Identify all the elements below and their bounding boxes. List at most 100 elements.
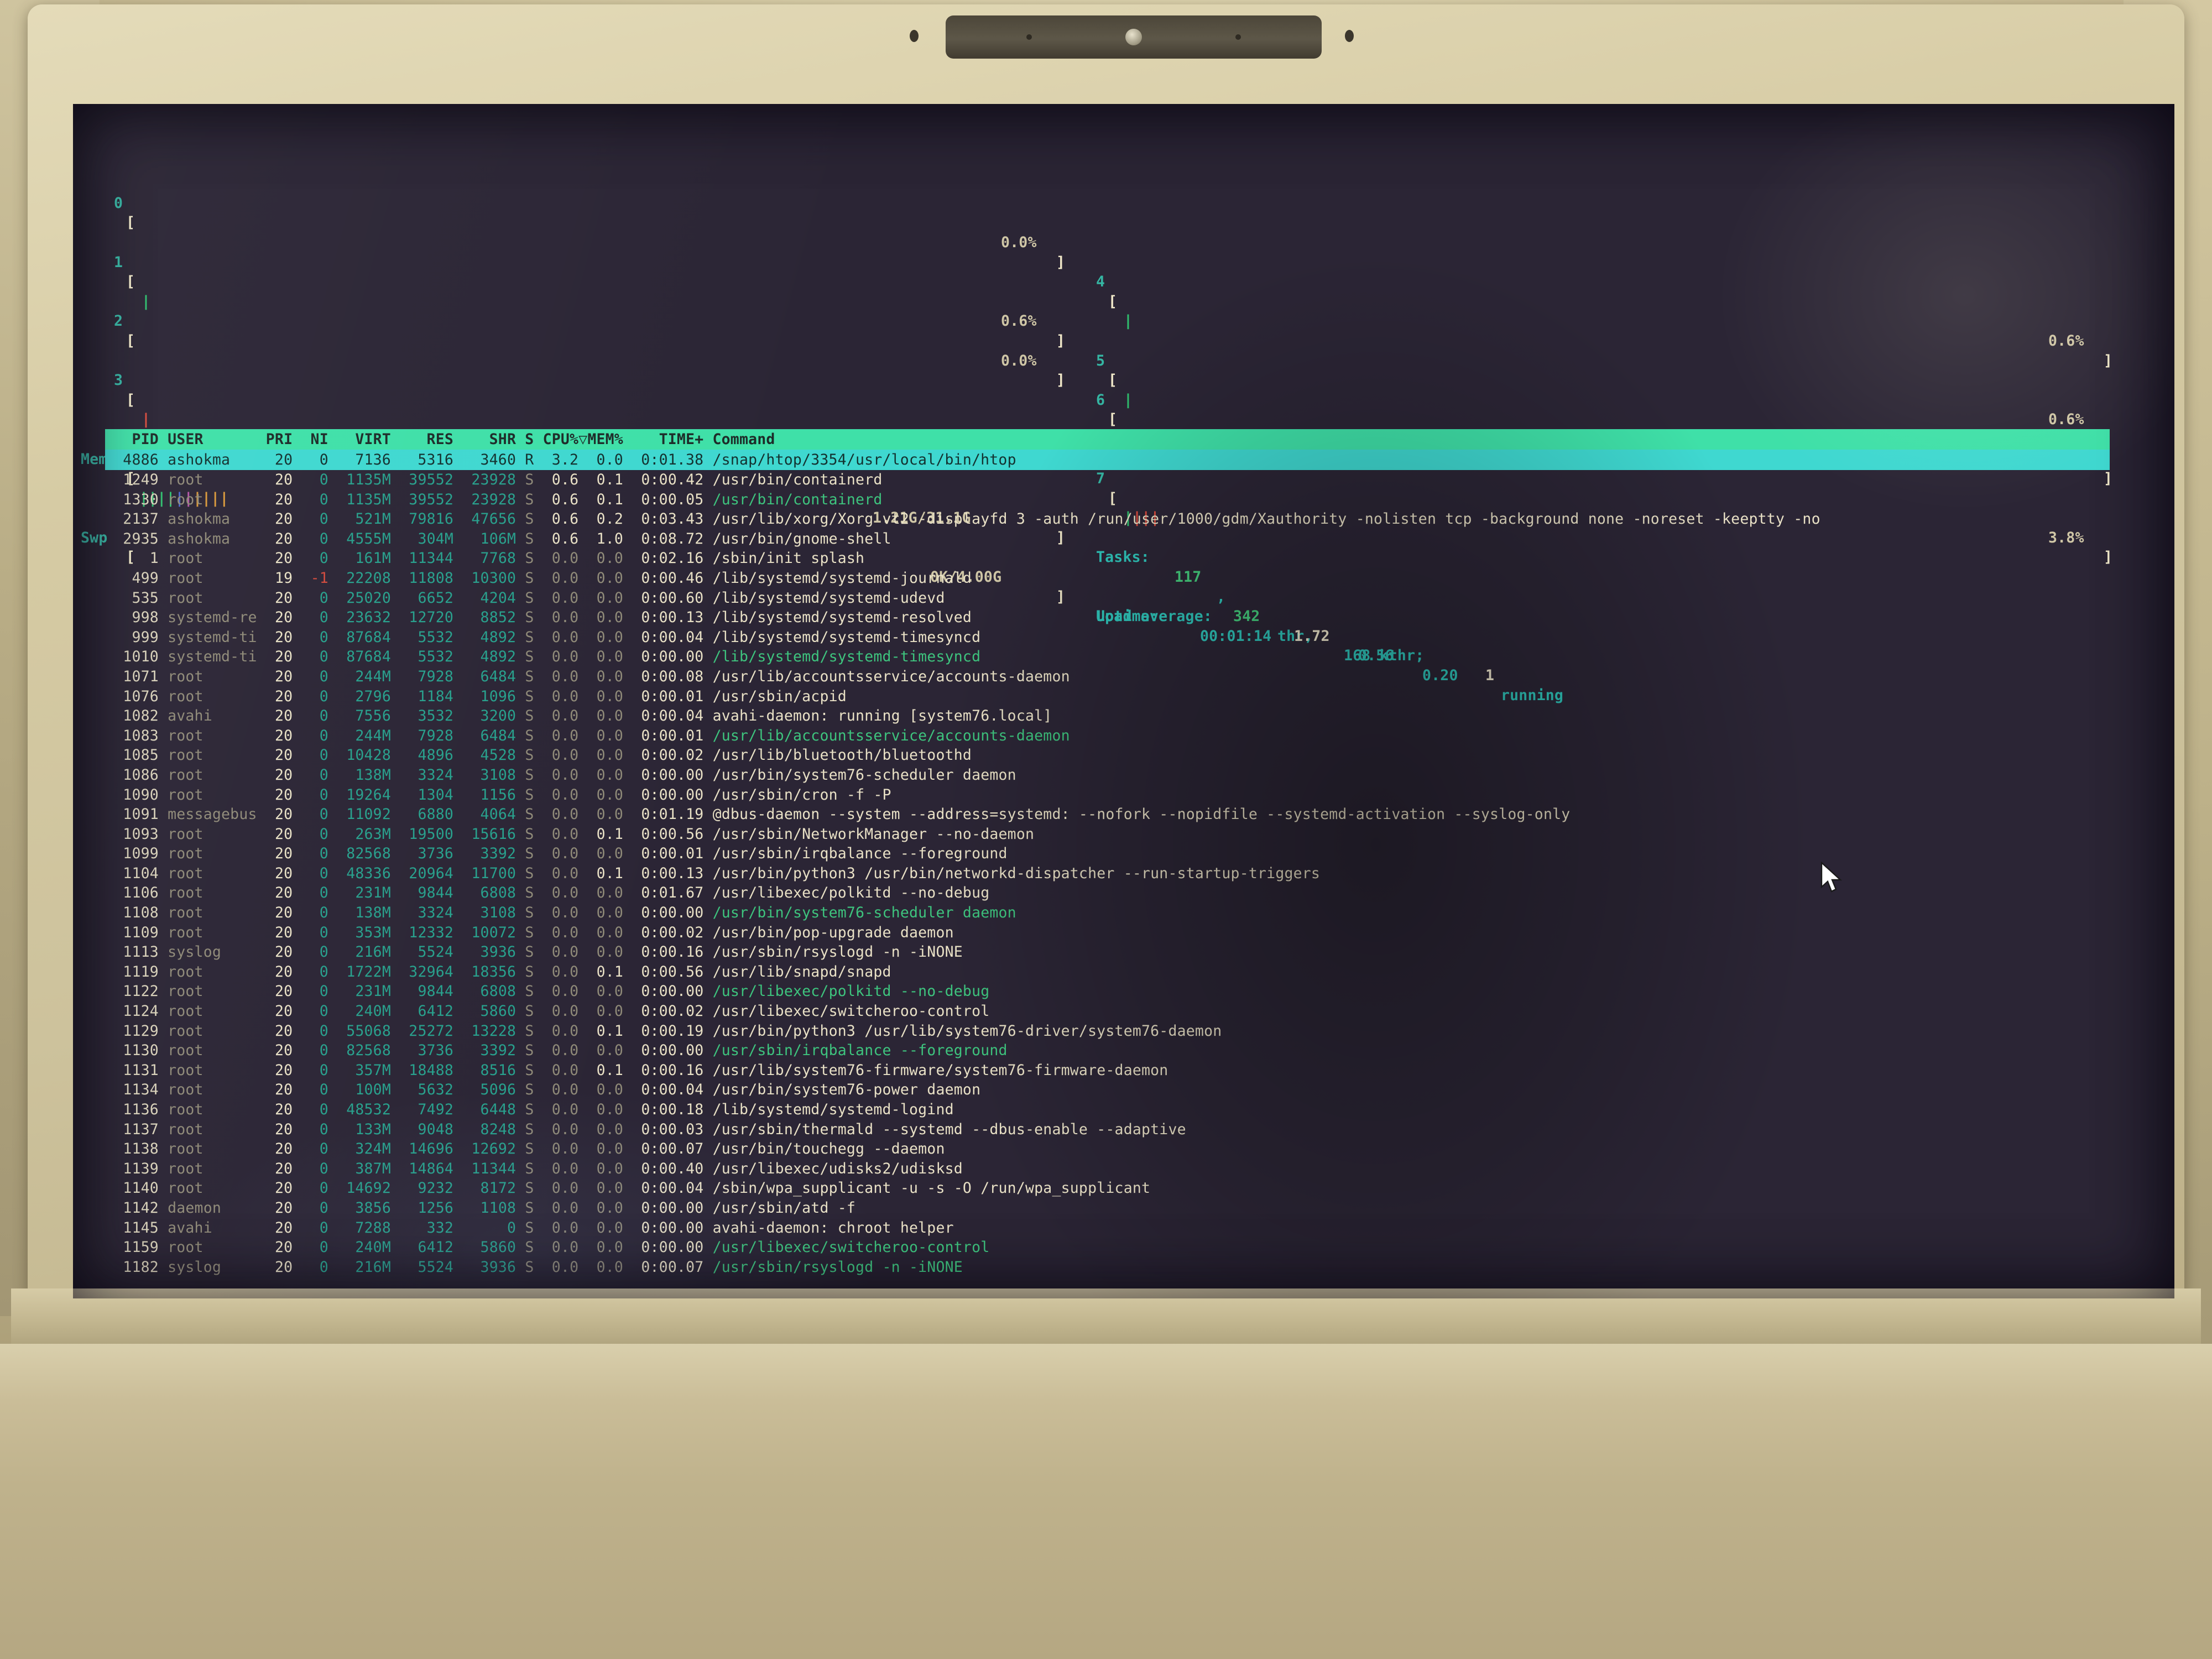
cell-time: 0:00.00: [623, 904, 704, 922]
table-row[interactable]: 1109 root 20 0 353M 12332 10072 S 0.0 0.…: [105, 923, 2151, 943]
cell-shr: 3392: [453, 1042, 517, 1060]
cell-shr: 47656: [453, 510, 517, 528]
cell-state: S: [516, 1101, 534, 1118]
cell-ni: 0: [293, 550, 328, 567]
table-row[interactable]: 1119 root 20 0 1722M 32964 18356 S 0.0 0…: [105, 962, 2151, 982]
cpu-5-bar: |: [1124, 391, 1133, 409]
cell-mem: 0.0: [578, 806, 624, 823]
table-row[interactable]: 535 root 20 0 25020 6652 4204 S 0.0 0.0 …: [105, 588, 2151, 608]
table-row[interactable]: 1113 syslog 20 0 216M 5524 3936 S 0.0 0.…: [105, 942, 2151, 962]
cpu-1-label: 1: [114, 253, 123, 271]
cell-virt: 240M: [328, 1239, 391, 1256]
cell-command: /usr/libexec/switcheroo-control: [703, 1239, 990, 1256]
table-row[interactable]: 1131 root 20 0 357M 18488 8516 S 0.0 0.1…: [105, 1061, 2151, 1081]
table-row[interactable]: 1 root 20 0 161M 11344 7768 S 0.0 0.0 0:…: [105, 549, 2151, 568]
cell-pid: 1330: [105, 491, 159, 508]
cell-user: root: [158, 550, 257, 567]
htop-terminal[interactable]: 0 [ 0.0% ] 4 [ | 0.6% ] 1 [| 0.6%] 5 […: [73, 104, 2174, 1298]
cell-shr: 3108: [453, 766, 517, 784]
table-row[interactable]: 998 systemd-re 20 0 23632 12720 8852 S 0…: [105, 608, 2151, 628]
cell-command: /usr/libexec/switcheroo-control: [703, 1003, 990, 1020]
table-row[interactable]: 1159 root 20 0 240M 6412 5860 S 0.0 0.0 …: [105, 1238, 2151, 1258]
cell-command: /usr/sbin/irqbalance --foreground: [703, 1042, 1008, 1060]
table-row[interactable]: 1099 root 20 0 82568 3736 3392 S 0.0 0.0…: [105, 844, 2151, 864]
cell-user: root: [158, 1239, 257, 1256]
table-row[interactable]: 2935 ashokma 20 0 4555M 304M 106M S 0.6 …: [105, 529, 2151, 549]
cell-pri: 20: [257, 609, 293, 627]
table-row[interactable]: 1182 syslog 20 0 216M 5524 3936 S 0.0 0.…: [105, 1258, 2151, 1277]
table-row[interactable]: 1138 root 20 0 324M 14696 12692 S 0.0 0.…: [105, 1139, 2151, 1159]
table-row[interactable]: 1136 root 20 0 48532 7492 6448 S 0.0 0.0…: [105, 1100, 2151, 1120]
cell-pid: 1071: [105, 667, 159, 685]
cell-shr: 4892: [453, 648, 517, 666]
cell-res: 9232: [390, 1180, 454, 1197]
cell-shr: 4204: [453, 589, 517, 607]
cell-ni: 0: [293, 1022, 328, 1040]
cell-pid: 1076: [105, 687, 159, 705]
cell-res: 18488: [390, 1061, 454, 1079]
cell-res: 3324: [390, 904, 454, 922]
cell-ni: 0: [293, 864, 328, 882]
table-row[interactable]: 1142 daemon 20 0 3856 1256 1108 S 0.0 0.…: [105, 1198, 2151, 1218]
cell-pid: 998: [105, 609, 159, 627]
table-row[interactable]: 1145 avahi 20 0 7288 332 0 S 0.0 0.0 0:0…: [105, 1218, 2151, 1238]
cell-pid: 1086: [105, 766, 159, 784]
table-row[interactable]: 1093 root 20 0 263M 19500 15616 S 0.0 0.…: [105, 825, 2151, 844]
cell-pid: 1082: [105, 707, 159, 725]
cell-shr: 15616: [453, 825, 517, 843]
cell-pid: 1108: [105, 904, 159, 922]
cell-user: syslog: [158, 943, 257, 961]
cell-virt: 1722M: [328, 963, 391, 980]
cell-command: /usr/bin/system76-power daemon: [703, 1081, 981, 1099]
table-row[interactable]: 1076 root 20 0 2796 1184 1096 S 0.0 0.0 …: [105, 687, 2151, 707]
table-row[interactable]: 1137 root 20 0 133M 9048 8248 S 0.0 0.0 …: [105, 1120, 2151, 1140]
cpu-4-label: 4: [1096, 273, 1105, 291]
table-row[interactable]: 2137 ashokma 20 0 521M 79816 47656 S 0.6…: [105, 509, 2151, 529]
cell-virt: 387M: [328, 1160, 391, 1177]
table-row[interactable]: 1249 root 20 0 1135M 39552 23928 S 0.6 0…: [105, 470, 2151, 490]
cell-time: 0:00.13: [623, 864, 704, 882]
cell-mem: 0.0: [578, 766, 624, 784]
cell-cpu: 0.0: [534, 825, 579, 843]
cell-mem: 0.0: [578, 648, 624, 666]
cell-command: /lib/systemd/systemd-logind: [703, 1101, 954, 1118]
table-row[interactable]: 1082 avahi 20 0 7556 3532 3200 S 0.0 0.0…: [105, 706, 2151, 726]
cell-pid: 1134: [105, 1081, 159, 1099]
cell-mem: 0.1: [578, 963, 624, 980]
table-row-selected[interactable]: 4886 ashokma 20 0 7136 5316 3460 R 3.2 0…: [105, 450, 2110, 470]
table-row[interactable]: 499 root 19 -1 22208 11808 10300 S 0.0 0…: [105, 568, 2151, 588]
cell-time: 0:00.02: [623, 1003, 704, 1020]
table-row[interactable]: 1083 root 20 0 244M 7928 6484 S 0.0 0.0 …: [105, 726, 2151, 746]
cell-state: S: [516, 786, 534, 804]
cell-user: root: [158, 884, 257, 902]
cell-command: /usr/libexec/polkitd --no-debug: [703, 884, 990, 902]
table-row[interactable]: 1085 root 20 0 10428 4896 4528 S 0.0 0.0…: [105, 745, 2151, 765]
cell-pri: 20: [257, 1140, 293, 1158]
table-row[interactable]: 1130 root 20 0 82568 3736 3392 S 0.0 0.0…: [105, 1041, 2151, 1061]
table-row[interactable]: 999 systemd-ti 20 0 87684 5532 4892 S 0.…: [105, 628, 2151, 648]
table-row[interactable]: 1134 root 20 0 100M 5632 5096 S 0.0 0.0 …: [105, 1080, 2151, 1100]
cell-time: 0:02.16: [623, 550, 704, 567]
table-column-header[interactable]: PID USER PRI NI VIRT RES SHR S CPU%▽MEM%…: [105, 429, 2110, 450]
cell-pid: 1: [105, 550, 159, 567]
table-row[interactable]: 1010 systemd-ti 20 0 87684 5532 4892 S 0…: [105, 647, 2151, 667]
table-row[interactable]: 1090 root 20 0 19264 1304 1156 S 0.0 0.0…: [105, 785, 2151, 805]
cell-cpu: 0.0: [534, 1258, 579, 1276]
table-row[interactable]: 1140 root 20 0 14692 9232 8172 S 0.0 0.0…: [105, 1178, 2151, 1198]
table-row[interactable]: 1129 root 20 0 55068 25272 13228 S 0.0 0…: [105, 1021, 2151, 1041]
table-row[interactable]: 1091 messagebus 20 0 11092 6880 4064 S 0…: [105, 805, 2151, 825]
cell-cpu: 0.0: [534, 983, 579, 1000]
table-row[interactable]: 1071 root 20 0 244M 7928 6484 S 0.0 0.0 …: [105, 667, 2151, 687]
table-row[interactable]: 1139 root 20 0 387M 14864 11344 S 0.0 0.…: [105, 1159, 2151, 1179]
cell-virt: 521M: [328, 510, 391, 528]
table-row[interactable]: 1122 root 20 0 231M 9844 6808 S 0.0 0.0 …: [105, 982, 2151, 1001]
table-row[interactable]: 1086 root 20 0 138M 3324 3108 S 0.0 0.0 …: [105, 765, 2151, 785]
table-row[interactable]: 1124 root 20 0 240M 6412 5860 S 0.0 0.0 …: [105, 1001, 2151, 1021]
table-row[interactable]: 1330 root 20 0 1135M 39552 23928 S 0.6 0…: [105, 490, 2151, 510]
table-row[interactable]: 1108 root 20 0 138M 3324 3108 S 0.0 0.0 …: [105, 903, 2151, 923]
cell-user: root: [158, 1061, 257, 1079]
cell-shr: 6448: [453, 1101, 517, 1118]
cpu-6-bracket-open: [: [1108, 411, 1118, 429]
cpu-meter-row-3: 3 [ | 0.6% ] 7 [ |||| 3.8% ]: [106, 351, 2152, 566]
cell-time: 0:03.43: [623, 510, 704, 528]
